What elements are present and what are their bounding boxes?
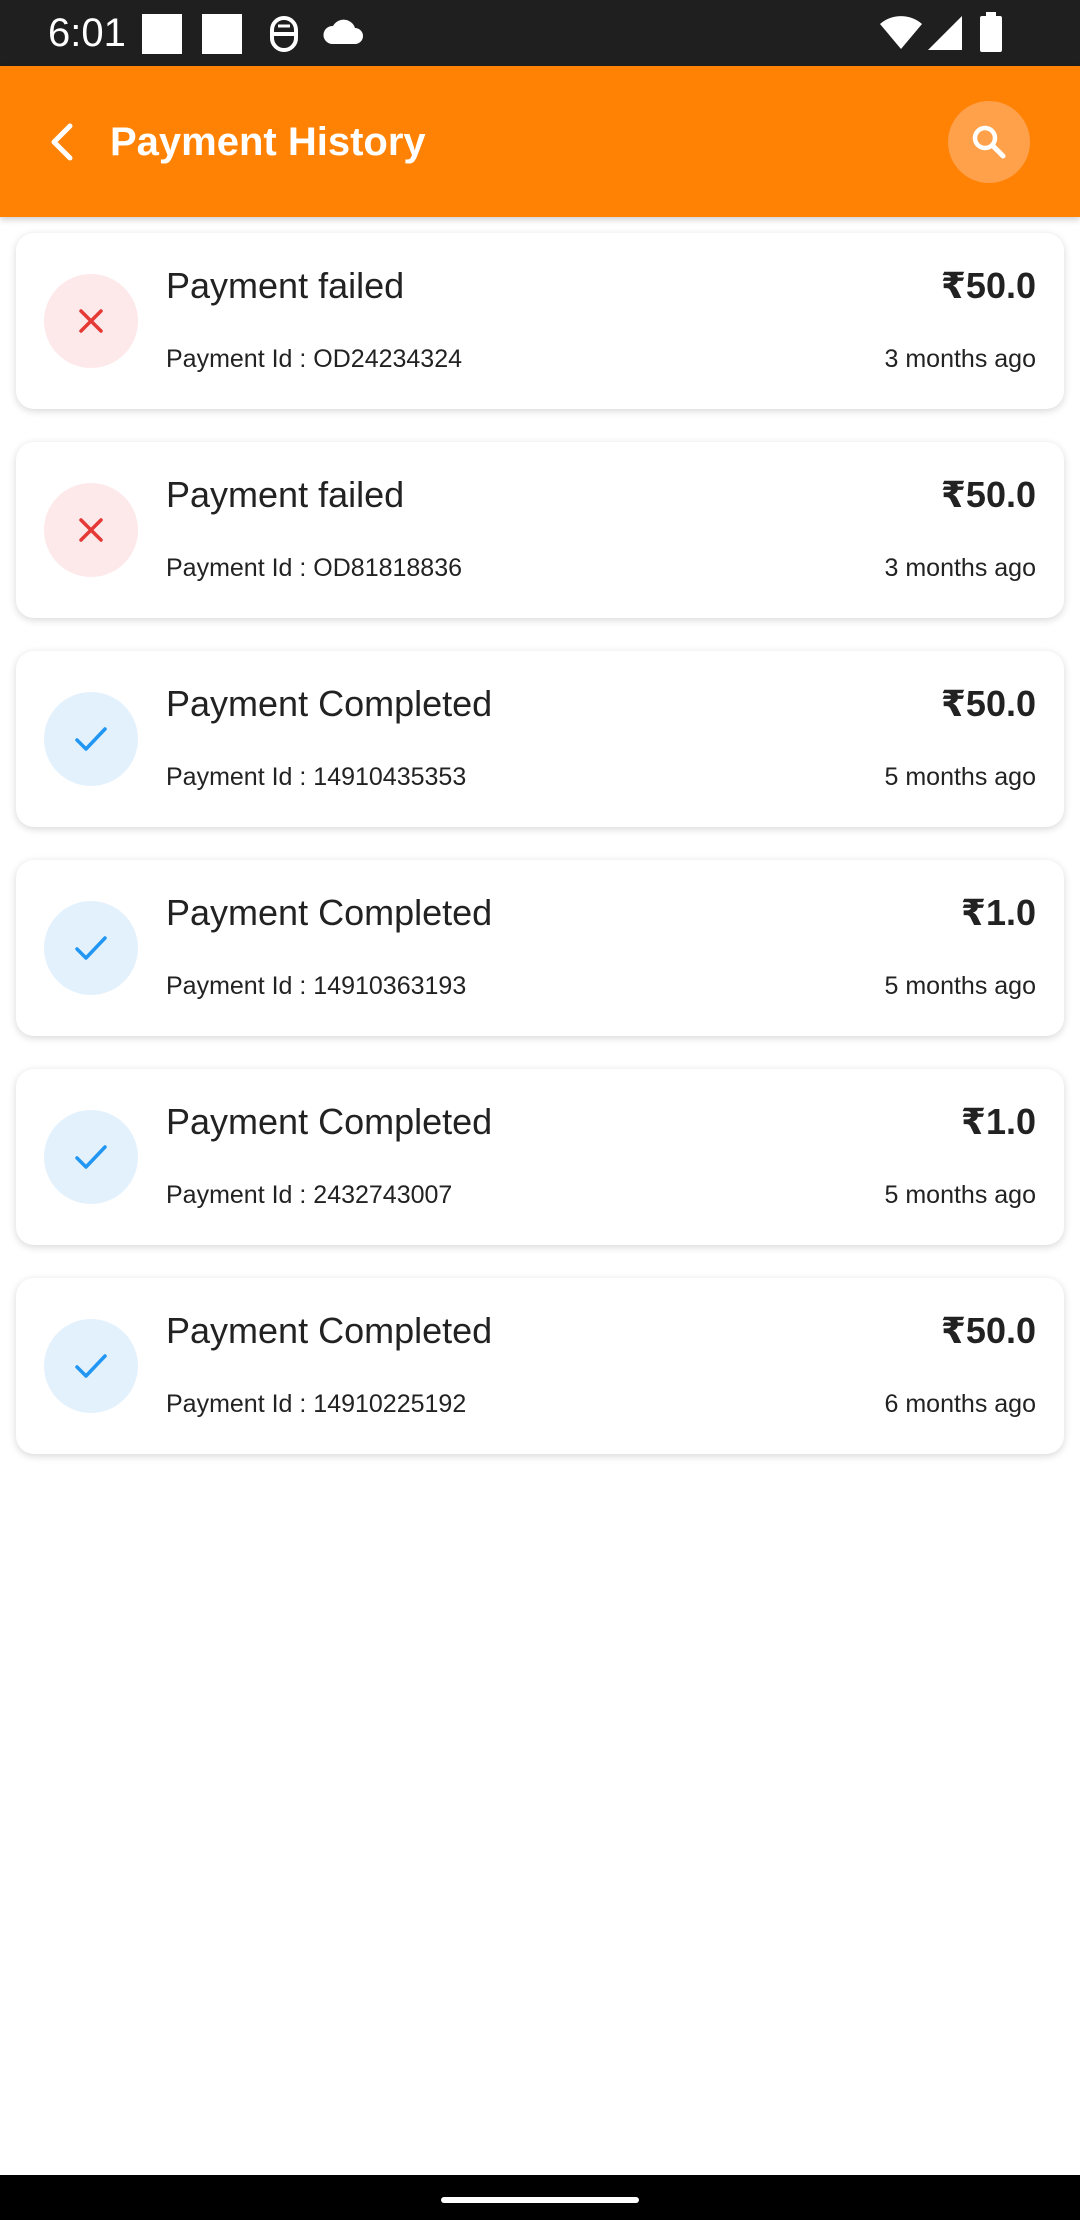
payment-status-title: Payment Completed [166, 1310, 493, 1351]
accessibility-icon [270, 16, 298, 52]
payment-amount: ₹1.0 [960, 892, 1036, 933]
payment-id: Payment Id : OD81818836 [166, 554, 463, 582]
cloud-icon [323, 19, 363, 44]
check-icon [75, 1354, 107, 1378]
payment-id: Payment Id : OD24234324 [166, 345, 463, 373]
payment-time: 3 months ago [884, 554, 1037, 582]
notification-square-icon [202, 14, 242, 54]
battery-icon [980, 12, 1002, 52]
payment-amount: ₹50.0 [940, 265, 1036, 306]
payment-id: Payment Id : 14910435353 [166, 763, 467, 791]
payment-card[interactable]: Payment failed ₹50.0 Payment Id : OD2423… [16, 233, 1064, 409]
navigation-bar [0, 2175, 1080, 2220]
failed-cross-icon [79, 518, 103, 542]
payment-card[interactable]: Payment failed ₹50.0 Payment Id : OD8181… [16, 442, 1064, 618]
payment-status-title: Payment Completed [166, 892, 493, 933]
check-icon [75, 1145, 107, 1169]
cellular-signal-icon [928, 16, 962, 50]
notification-square-icon [142, 14, 182, 54]
status-circle [44, 692, 138, 786]
status-bar: 6:01 [0, 0, 1080, 66]
failed-cross-icon [79, 309, 103, 333]
payment-card[interactable]: Payment Completed ₹50.0 Payment Id : 149… [16, 1278, 1064, 1454]
check-icon [75, 936, 107, 960]
status-circle [44, 483, 138, 577]
payment-time: 5 months ago [884, 763, 1037, 791]
payment-amount: ₹1.0 [960, 1101, 1036, 1142]
payment-time: 5 months ago [884, 1181, 1037, 1209]
payment-status-title: Payment failed [166, 265, 405, 306]
status-circle [44, 1319, 138, 1413]
check-icon [75, 727, 107, 751]
status-circle [44, 1110, 138, 1204]
status-circle [44, 274, 138, 368]
payment-status-title: Payment Completed [166, 1101, 493, 1142]
back-button[interactable] [24, 102, 104, 182]
payment-card[interactable]: Payment Completed ₹50.0 Payment Id : 149… [16, 651, 1064, 827]
payment-status-title: Payment Completed [166, 683, 493, 724]
wifi-icon [880, 16, 922, 49]
home-gesture-handle[interactable] [441, 2197, 639, 2203]
search-button[interactable] [948, 101, 1030, 183]
payment-card[interactable]: Payment Completed ₹1.0 Payment Id : 2432… [16, 1069, 1064, 1245]
app-bar: Payment History [0, 66, 1080, 217]
payment-amount: ₹50.0 [940, 1310, 1036, 1351]
back-arrow-icon [51, 123, 73, 161]
page-title: Payment History [110, 120, 426, 164]
status-circle [44, 901, 138, 995]
payment-time: 6 months ago [884, 1390, 1037, 1418]
payment-amount: ₹50.0 [940, 683, 1036, 724]
payment-id: Payment Id : 14910225192 [166, 1390, 467, 1418]
payment-card[interactable]: Payment Completed ₹1.0 Payment Id : 1491… [16, 860, 1064, 1036]
status-time: 6:01 [48, 11, 126, 55]
payment-id: Payment Id : 2432743007 [166, 1181, 453, 1209]
payment-amount: ₹50.0 [940, 474, 1036, 515]
payment-status-title: Payment failed [166, 474, 405, 515]
search-icon [972, 125, 1006, 159]
payment-list: Payment failed ₹50.0 Payment Id : OD2423… [16, 233, 1064, 1487]
payment-time: 5 months ago [884, 972, 1037, 1000]
payment-time: 3 months ago [884, 345, 1037, 373]
payment-id: Payment Id : 14910363193 [166, 972, 467, 1000]
